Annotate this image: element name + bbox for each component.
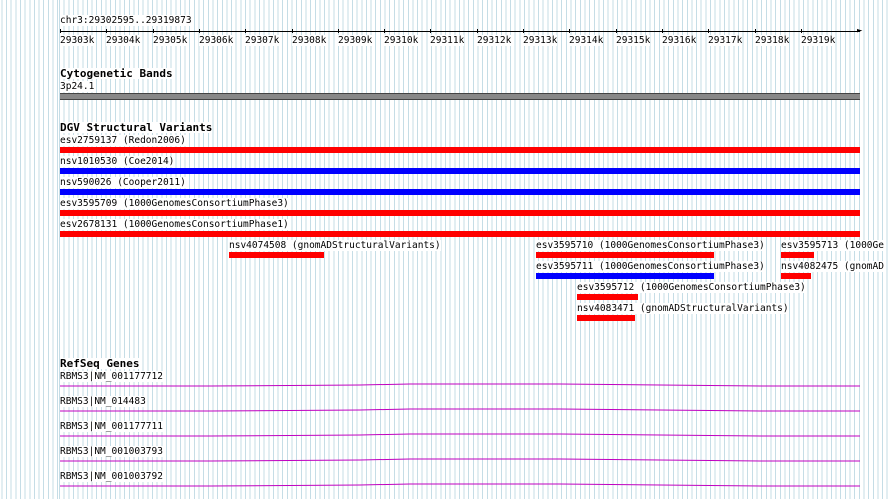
variant-label: esv2678131 (1000GenomesConsortiumPhase1) (60, 219, 289, 230)
gene-label: RBMS3|NM_001003792 (60, 471, 163, 482)
gene-label: RBMS3|NM_014483 (60, 396, 146, 407)
ruler-tick (292, 29, 293, 33)
variant-bar[interactable] (781, 252, 814, 258)
variant-label: nsv4082475 (gnomAD (781, 261, 884, 272)
ruler-tick (801, 29, 802, 33)
ruler-tick (569, 29, 570, 33)
gene-label: RBMS3|NM_001177711 (60, 421, 163, 432)
ruler-tick (199, 29, 200, 33)
ruler-label: 29319k (801, 35, 836, 46)
ruler-label: 29315k (616, 35, 651, 46)
variant-bar[interactable] (577, 315, 635, 321)
ruler-label: 29303k (60, 35, 95, 46)
variant-bar[interactable] (60, 189, 860, 195)
ruler-label: 29306k (199, 35, 234, 46)
gene-model[interactable] (60, 457, 860, 463)
variant-label: nsv590026 (Cooper2011) (60, 177, 186, 188)
variant-label: esv3595712 (1000GenomesConsortiumPhase3) (577, 282, 806, 293)
gene-label: RBMS3|NM_001003793 (60, 446, 163, 457)
variant-bar[interactable] (536, 252, 714, 258)
ruler-label: 29309k (338, 35, 373, 46)
variant-bar[interactable] (60, 231, 860, 237)
ruler-label: 29305k (153, 35, 188, 46)
ruler-label: 29318k (755, 35, 790, 46)
ruler-tick (106, 29, 107, 33)
cytoband-label: 3p24.1 (60, 81, 95, 92)
ruler-label: 29312k (477, 35, 512, 46)
cytobands-track-title: Cytogenetic Bands (60, 67, 173, 80)
ruler-label: 29313k (523, 35, 558, 46)
variant-label: esv3595709 (1000GenomesConsortiumPhase3) (60, 198, 289, 209)
ruler-tick (477, 29, 478, 33)
refseq-track-title: RefSeq Genes (60, 357, 140, 370)
ruler-tick (662, 29, 663, 33)
ruler-tick (60, 29, 61, 33)
dgv-track-title: DGV Structural Variants (60, 121, 213, 134)
gene-model[interactable] (60, 432, 860, 438)
gene-label: RBMS3|NM_001177712 (60, 371, 163, 382)
ruler-tick (384, 29, 385, 33)
ruler-label: 29317k (708, 35, 743, 46)
gene-model[interactable] (60, 482, 860, 488)
ruler-label: 29311k (430, 35, 465, 46)
ruler-tick (153, 29, 154, 33)
ruler-label: 29310k (384, 35, 419, 46)
variant-bar[interactable] (60, 147, 860, 153)
variant-bar[interactable] (781, 273, 811, 279)
variant-bar[interactable] (536, 273, 714, 279)
variant-bar[interactable] (577, 294, 638, 300)
ruler-label: 29308k (292, 35, 327, 46)
ruler-label: 29307k (245, 35, 280, 46)
locus-label: chr3:29302595..29319873 (60, 15, 192, 26)
ruler-tick (338, 29, 339, 33)
ruler-tick (523, 29, 524, 33)
variant-bar[interactable] (60, 210, 860, 216)
ruler-tick (755, 29, 756, 33)
gene-model[interactable] (60, 382, 860, 388)
variant-label: nsv4083471 (gnomADStructuralVariants) (577, 303, 789, 314)
ruler-tick (245, 29, 246, 33)
ruler-tick (708, 29, 709, 33)
variant-label: nsv4074508 (gnomADStructuralVariants) (229, 240, 441, 251)
ruler-axis (60, 31, 860, 32)
ruler-label: 29304k (106, 35, 141, 46)
variant-label: nsv1010530 (Coe2014) (60, 156, 175, 167)
ruler-label: 29316k (662, 35, 697, 46)
variant-bar[interactable] (60, 168, 860, 174)
variant-label: esv2759137 (Redon2006) (60, 135, 186, 146)
ruler-tick (616, 29, 617, 33)
variant-label: esv3595711 (1000GenomesConsortiumPhase3) (536, 261, 765, 272)
ruler-tick (430, 29, 431, 33)
cytoband-bar[interactable] (60, 93, 860, 100)
variant-label: esv3595710 (1000GenomesConsortiumPhase3) (536, 240, 765, 251)
ruler-arrow-icon: ► (857, 26, 863, 36)
variant-label: esv3595713 (1000Ge (781, 240, 884, 251)
ruler-label: 29314k (569, 35, 604, 46)
variant-bar[interactable] (229, 252, 324, 258)
gene-model[interactable] (60, 407, 860, 413)
